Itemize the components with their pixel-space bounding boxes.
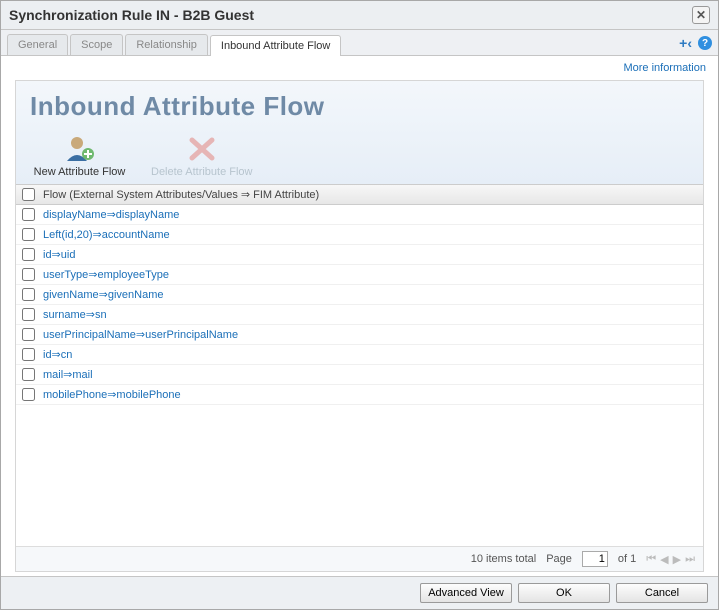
- table-row[interactable]: Left(id,20)⇒accountName: [16, 225, 703, 245]
- first-page-icon[interactable]: ⏮: [646, 553, 656, 566]
- page-of-label: of 1: [618, 553, 636, 565]
- panel-actions: New Attribute Flow Delete Attribute Flow: [30, 128, 689, 184]
- tab-relationship[interactable]: Relationship: [125, 34, 208, 55]
- items-total-label: 10 items total: [471, 553, 536, 565]
- grid-header: Flow (External System Attributes/Values …: [16, 184, 703, 205]
- table-row[interactable]: userType⇒employeeType: [16, 265, 703, 285]
- row-checkbox[interactable]: [22, 328, 35, 341]
- flow-link[interactable]: surname⇒sn: [43, 308, 107, 321]
- table-row[interactable]: id⇒cn: [16, 345, 703, 365]
- select-all-checkbox[interactable]: [22, 188, 35, 201]
- main-panel: Inbound Attribute Flow New Attribute Flo…: [15, 80, 704, 572]
- grid-body: displayName⇒displayName Left(id,20)⇒accou…: [16, 205, 703, 546]
- flow-link[interactable]: displayName⇒displayName: [43, 208, 179, 221]
- ok-button[interactable]: OK: [518, 583, 610, 603]
- page-label: Page: [546, 553, 572, 565]
- column-flow-header: Flow (External System Attributes/Values …: [43, 188, 319, 201]
- flow-link[interactable]: mail⇒mail: [43, 368, 93, 381]
- page-input[interactable]: [582, 551, 608, 567]
- close-button[interactable]: ✕: [692, 6, 710, 24]
- new-attribute-flow-button[interactable]: New Attribute Flow: [32, 134, 127, 178]
- flow-link[interactable]: givenName⇒givenName: [43, 288, 164, 301]
- table-row[interactable]: userPrincipalName⇒userPrincipalName: [16, 325, 703, 345]
- table-row[interactable]: surname⇒sn: [16, 305, 703, 325]
- dialog-window: Synchronization Rule IN - B2B Guest ✕ Ge…: [0, 0, 719, 610]
- tab-inbound-attribute-flow[interactable]: Inbound Attribute Flow: [210, 35, 341, 56]
- table-row[interactable]: mail⇒mail: [16, 365, 703, 385]
- window-title: Synchronization Rule IN - B2B Guest: [9, 7, 254, 23]
- row-checkbox[interactable]: [22, 348, 35, 361]
- last-page-icon[interactable]: ⏭: [685, 553, 695, 566]
- prev-page-icon[interactable]: ◀: [660, 553, 668, 566]
- cancel-button[interactable]: Cancel: [616, 583, 708, 603]
- flow-link[interactable]: id⇒cn: [43, 348, 72, 361]
- row-checkbox[interactable]: [22, 288, 35, 301]
- row-checkbox[interactable]: [22, 228, 35, 241]
- row-checkbox[interactable]: [22, 368, 35, 381]
- flow-link[interactable]: userPrincipalName⇒userPrincipalName: [43, 328, 238, 341]
- titlebar: Synchronization Rule IN - B2B Guest ✕: [1, 1, 718, 30]
- tab-general[interactable]: General: [7, 34, 68, 55]
- advanced-view-button[interactable]: Advanced View: [420, 583, 512, 603]
- row-checkbox[interactable]: [22, 208, 35, 221]
- table-row[interactable]: givenName⇒givenName: [16, 285, 703, 305]
- content-area: Inbound Attribute Flow New Attribute Flo…: [1, 76, 718, 576]
- next-page-icon[interactable]: ▶: [673, 553, 681, 566]
- panel-header: Inbound Attribute Flow New Attribute Flo…: [16, 81, 703, 184]
- more-information-link[interactable]: More information: [623, 62, 706, 74]
- flow-grid: Flow (External System Attributes/Values …: [16, 184, 703, 571]
- table-row[interactable]: id⇒uid: [16, 245, 703, 265]
- tab-scope[interactable]: Scope: [70, 34, 123, 55]
- row-checkbox[interactable]: [22, 308, 35, 321]
- add-icon[interactable]: +‹: [679, 35, 692, 51]
- grid-footer: 10 items total Page of 1 ⏮ ◀ ▶ ⏭: [16, 546, 703, 571]
- user-add-icon: [63, 134, 97, 164]
- new-attribute-flow-label: New Attribute Flow: [34, 166, 126, 178]
- row-checkbox[interactable]: [22, 268, 35, 281]
- delete-x-icon: [185, 134, 219, 164]
- table-row[interactable]: mobilePhone⇒mobilePhone: [16, 385, 703, 405]
- delete-attribute-flow-label: Delete Attribute Flow: [151, 166, 253, 178]
- row-checkbox[interactable]: [22, 248, 35, 261]
- help-icon[interactable]: ?: [698, 36, 712, 50]
- flow-link[interactable]: Left(id,20)⇒accountName: [43, 228, 170, 241]
- tab-bar: General Scope Relationship Inbound Attri…: [1, 30, 718, 56]
- delete-attribute-flow-button: Delete Attribute Flow: [151, 134, 253, 178]
- pagination-nav: ⏮ ◀ ▶ ⏭: [646, 553, 695, 566]
- row-checkbox[interactable]: [22, 388, 35, 401]
- more-info-bar: More information: [1, 56, 718, 76]
- flow-link[interactable]: id⇒uid: [43, 248, 75, 261]
- panel-title: Inbound Attribute Flow: [30, 91, 689, 128]
- table-row[interactable]: displayName⇒displayName: [16, 205, 703, 225]
- flow-link[interactable]: userType⇒employeeType: [43, 268, 169, 281]
- flow-link[interactable]: mobilePhone⇒mobilePhone: [43, 388, 181, 401]
- close-icon: ✕: [696, 8, 706, 22]
- dialog-footer: Advanced View OK Cancel: [1, 576, 718, 609]
- tabbar-icons: +‹ ?: [679, 35, 712, 55]
